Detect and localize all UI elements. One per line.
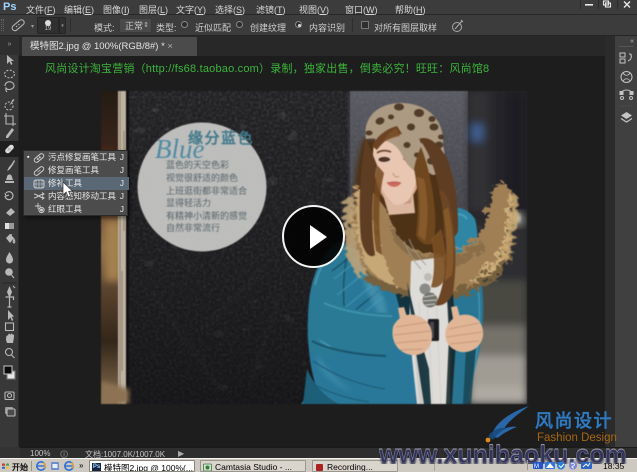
svg-text:显得轻活力: 显得轻活力 [166, 197, 211, 208]
svg-text:有精神小清新的感觉: 有精神小清新的感觉 [166, 210, 247, 221]
svg-text:视觉很舒适的颜色: 视觉很舒适的颜色 [166, 172, 238, 183]
svg-text:蓝色的天空色彩: 蓝色的天空色彩 [166, 159, 229, 170]
svg-text:M: M [534, 464, 539, 470]
svg-text:风尚设计: 风尚设计 [535, 410, 613, 431]
svg-text:自然非常流行: 自然非常流行 [166, 222, 220, 233]
svg-text:上班逛街都非常适合: 上班逛街都非常适合 [166, 185, 247, 196]
svg-text:Fashion Design: Fashion Design [537, 432, 617, 444]
